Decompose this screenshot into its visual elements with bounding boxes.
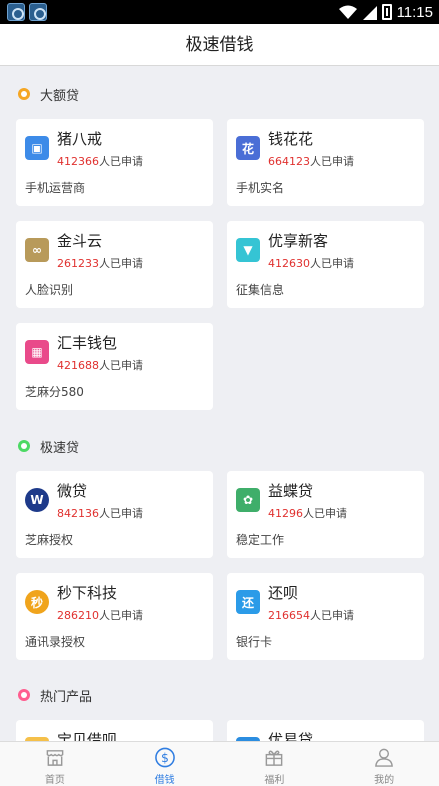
product-name: 微贷	[57, 482, 88, 500]
product-card[interactable]: ▼ 优享新客 412630人已申请 征集信息	[227, 221, 424, 308]
apply-count: 412366人已申请	[57, 155, 143, 168]
product-card[interactable]: ✿ 益蝶贷 41296人已申请 稳定工作	[227, 471, 424, 558]
product-name: 还呗	[268, 584, 299, 602]
product-name: 优享新客	[268, 232, 329, 250]
apply-count: 842136人已申请	[57, 507, 143, 520]
orange-dot-icon	[18, 88, 30, 100]
pink-dot-icon	[18, 689, 30, 701]
app-icon	[29, 3, 47, 21]
product-logo-icon: ▼	[236, 238, 260, 262]
svg-text:$: $	[161, 750, 169, 765]
product-requirement: 稳定工作	[236, 533, 285, 547]
apply-count: 412630人已申请	[268, 257, 354, 270]
product-card[interactable]: 宝贝借呗	[16, 720, 213, 741]
product-name: 秒下科技	[57, 584, 118, 602]
product-card[interactable]: ∞ 金斗云 261233人已申请 人脸识别	[16, 221, 213, 308]
product-requirement: 人脸识别	[25, 283, 74, 297]
apply-count: 286210人已申请	[57, 609, 143, 622]
product-name: 钱花花	[268, 130, 314, 148]
product-card[interactable]: ▣ 猪八戒 412366人已申请 手机运营商	[16, 119, 213, 206]
product-list[interactable]: 大额贷 ▣ 猪八戒 412366人已申请 手机运营商 花 钱花花 664123人…	[0, 67, 439, 741]
product-logo-icon: W	[25, 488, 49, 512]
apply-count: 261233人已申请	[57, 257, 143, 270]
store-icon	[46, 750, 64, 766]
apply-count: 421688人已申请	[57, 359, 143, 372]
product-requirement: 芝麻授权	[25, 533, 74, 547]
product-requirement: 芝麻分580	[25, 385, 84, 399]
product-card[interactable]: W 微贷 842136人已申请 芝麻授权	[16, 471, 213, 558]
product-card[interactable]: 优易贷	[227, 720, 424, 741]
tab-home[interactable]: 首页	[0, 742, 110, 786]
battery-icon	[381, 4, 392, 20]
person-icon	[375, 748, 394, 767]
section-title: 大额贷	[40, 88, 80, 104]
product-logo-icon: ▦	[25, 340, 49, 364]
tab-label: 首页	[44, 775, 65, 786]
section-header-hot-products: 热门产品	[18, 684, 92, 706]
section-header-fast-loan: 极速贷	[18, 435, 79, 457]
product-requirement: 手机实名	[236, 181, 285, 195]
product-requirement: 征集信息	[236, 283, 285, 297]
product-logo-icon: 还	[236, 590, 260, 614]
apply-count: 216654人已申请	[268, 609, 354, 622]
tab-welfare[interactable]: 福利	[220, 742, 330, 786]
bottom-tab-bar: 首页 $ 借钱 福利 我的	[0, 741, 439, 786]
section-title: 极速贷	[40, 440, 80, 456]
product-requirement: 银行卡	[236, 635, 273, 649]
status-bar: 11:15	[0, 0, 439, 24]
tab-borrow[interactable]: $ 借钱	[110, 742, 220, 786]
product-card[interactable]: 花 钱花花 664123人已申请 手机实名	[227, 119, 424, 206]
section-header-large-loan: 大额贷	[18, 83, 79, 105]
page-title: 极速借钱	[0, 24, 439, 66]
clock: 11:15	[396, 3, 433, 21]
apply-count: 664123人已申请	[268, 155, 354, 168]
product-requirement: 通讯录授权	[25, 635, 86, 649]
product-logo-icon: 花	[236, 136, 260, 160]
product-name: 汇丰钱包	[57, 334, 118, 352]
product-name: 猪八戒	[57, 130, 103, 148]
tab-label: 我的	[374, 775, 395, 786]
tab-label: 福利	[264, 775, 285, 786]
product-card[interactable]: 还 还呗 216654人已申请 银行卡	[227, 573, 424, 660]
product-name: 优易贷	[268, 731, 314, 741]
gift-icon	[266, 750, 283, 766]
product-logo-icon: ✿	[236, 488, 260, 512]
wifi-icon	[338, 5, 357, 19]
product-logo-icon: 秒	[25, 590, 49, 614]
green-dot-icon	[18, 440, 30, 452]
product-name: 益蝶贷	[268, 482, 314, 500]
section-title: 热门产品	[40, 689, 93, 705]
product-logo-icon: ∞	[25, 238, 49, 262]
apply-count: 41296人已申请	[268, 507, 347, 520]
product-requirement: 手机运营商	[25, 181, 86, 195]
tab-label: 借钱	[154, 775, 175, 786]
product-card[interactable]: ▦ 汇丰钱包 421688人已申请 芝麻分580	[16, 323, 213, 410]
product-logo-icon: ▣	[25, 136, 49, 160]
tab-profile[interactable]: 我的	[329, 742, 439, 786]
product-card[interactable]: 秒 秒下科技 286210人已申请 通讯录授权	[16, 573, 213, 660]
product-name: 宝贝借呗	[57, 731, 118, 741]
product-name: 金斗云	[57, 232, 103, 250]
signal-icon	[362, 6, 377, 20]
app-icon	[7, 3, 25, 21]
dollar-icon: $	[154, 747, 175, 768]
